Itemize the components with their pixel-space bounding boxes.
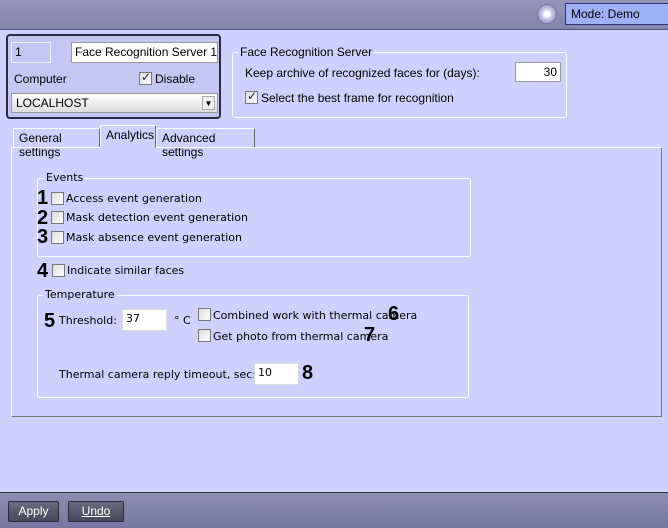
computer-label: Computer [14, 72, 67, 86]
archive-label: Keep archive of recognized faces for (da… [245, 66, 480, 80]
apply-button[interactable]: Apply [8, 501, 59, 522]
marker-5: 5 [44, 310, 56, 332]
access-event-label: Access event generation [66, 192, 202, 205]
marker-7: 7 [364, 324, 376, 346]
undo-button[interactable]: Undo [68, 501, 124, 522]
temperature-title: Temperature [43, 288, 117, 301]
frs-group-title: Face Recognition Server [238, 45, 375, 59]
similar-faces-label: Indicate similar faces [67, 264, 185, 277]
best-frame-label: Select the best frame for recognition [261, 91, 454, 105]
marker-3: 3 [37, 226, 49, 248]
tab-analytics[interactable]: Analytics [100, 125, 156, 148]
disable-checkbox[interactable] [139, 70, 152, 85]
mask-absence-checkbox[interactable] [51, 231, 64, 244]
mask-absence-label: Mask absence event generation [66, 231, 242, 244]
best-frame-checkbox[interactable] [245, 89, 258, 104]
computer-select[interactable]: LOCALHOST ▼ [11, 93, 218, 113]
combined-thermal-checkbox[interactable] [198, 308, 211, 321]
server-name-field[interactable]: Face Recognition Server 1 [71, 42, 218, 63]
server-id-field[interactable]: 1 [11, 42, 51, 63]
events-title: Events [44, 171, 86, 184]
mask-detection-checkbox[interactable] [51, 211, 64, 224]
threshold-label: Threshold: [59, 314, 117, 327]
mode-indicator[interactable]: Mode: Demo [565, 3, 668, 25]
tab-advanced-settings[interactable]: Advanced settings [156, 128, 255, 159]
thermal-photo-label: Get photo from thermal camera [213, 330, 389, 343]
gear-icon[interactable] [537, 4, 557, 24]
similar-faces-checkbox[interactable] [52, 264, 65, 277]
tab-general-settings[interactable]: General settings [13, 128, 100, 159]
marker-4: 4 [37, 260, 49, 282]
disable-label: Disable [155, 72, 196, 86]
archive-days-input[interactable]: 30 [515, 62, 561, 82]
marker-2: 2 [37, 207, 49, 229]
marker-6: 6 [388, 303, 400, 325]
chevron-down-icon[interactable]: ▼ [202, 96, 215, 110]
timeout-label: Thermal camera reply timeout, sec: [59, 368, 257, 381]
temperature-unit: ° C [174, 314, 191, 327]
thermal-photo-checkbox[interactable] [198, 329, 211, 342]
mask-detection-label: Mask detection event generation [66, 211, 248, 224]
timeout-input[interactable]: 10 [254, 363, 299, 385]
combined-thermal-label: Combined work with thermal camera [213, 309, 418, 322]
marker-8: 8 [302, 362, 314, 384]
marker-1: 1 [37, 187, 49, 209]
threshold-input[interactable]: 37 [122, 309, 167, 331]
computer-value: LOCALHOST [16, 96, 89, 110]
access-event-checkbox[interactable] [51, 192, 64, 205]
